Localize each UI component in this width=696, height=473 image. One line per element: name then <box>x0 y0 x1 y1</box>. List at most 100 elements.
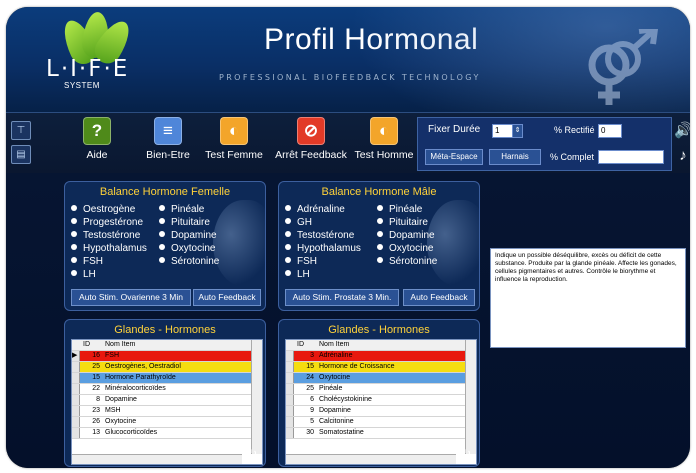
rectifie-label: % Rectifié <box>554 125 595 135</box>
auto-stim-ovarienne-button[interactable]: Auto Stim. Ovarienne 3 Min <box>71 289 191 306</box>
test-femme-button[interactable]: ◐ Test Femme <box>202 117 266 161</box>
horizontal-scrollbar[interactable] <box>72 454 242 464</box>
logo-text: L·I·F·E <box>46 56 130 82</box>
auto-stim-prostate-button[interactable]: Auto Stim. Prostate 3 Min. <box>285 289 399 306</box>
bien-etre-button[interactable]: ≡ Bien-Etre <box>140 117 196 161</box>
hormone-option[interactable]: FSH <box>285 256 317 267</box>
glandes-femelle-table[interactable]: ID Nom Item ▶ 16 FSH 25 Oestrogènes, Oestra… <box>71 339 263 465</box>
hormone-option[interactable]: Dopamine <box>159 230 217 241</box>
hormone-option[interactable]: Pituitaire <box>377 217 428 228</box>
table-row[interactable]: 8 Dopamine <box>72 395 252 406</box>
table-header: ID Nom Item <box>286 340 466 351</box>
logo-subtext: SYSTEM <box>64 81 100 90</box>
complet-label: % Complet <box>550 152 595 162</box>
test-homme-label: Test Homme <box>354 149 414 161</box>
hormone-description-box: Indique un possible déséquilibre, excès … <box>490 248 686 348</box>
app-window: L·I·F·E SYSTEM Profil Hormonal PROFESSIO… <box>6 7 690 468</box>
antenna-icon: ⊤ <box>16 125 26 136</box>
glandes-male-table[interactable]: ID Nom Item 3 Adrénaline 15 Hormone de Cro… <box>285 339 477 465</box>
table-row[interactable]: 15 Hormone de Croissance <box>286 362 466 373</box>
chat-icon: ▤ <box>16 149 26 160</box>
table-row[interactable]: 9 Dopamine <box>286 406 466 417</box>
test-homme-button[interactable]: ◐ Test Homme <box>351 117 417 161</box>
balance-femelle-title: Balance Hormone Femelle <box>99 186 231 198</box>
hormone-option[interactable]: Hypothalamus <box>71 243 147 254</box>
toolbar: ⊤ ▤ ? Aide ≡ Bien-Etre ◐ Test Femme ⊘ Ar… <box>6 112 690 173</box>
document-icon: ≡ <box>154 117 182 145</box>
table-row[interactable]: 25 Pinéale <box>286 384 466 395</box>
hormone-option[interactable]: LH <box>71 269 96 280</box>
meta-espace-button[interactable]: Méta-Espace <box>425 149 483 165</box>
hormone-option[interactable]: Progestérone <box>71 217 143 228</box>
refresh-icon[interactable]: ↻ <box>245 446 259 462</box>
music-icon[interactable]: ♪ <box>674 147 690 167</box>
hormone-option[interactable]: Pinéale <box>159 204 204 215</box>
hormone-option[interactable]: Sérotonine <box>159 256 219 267</box>
vertical-scrollbar[interactable] <box>465 340 476 454</box>
hormone-option[interactable]: Dopamine <box>377 230 435 241</box>
table-row[interactable]: 22 Minéralocorticoïdes <box>72 384 252 395</box>
table-row[interactable]: 6 Cholécystokinine <box>286 395 466 406</box>
hormone-option[interactable]: FSH <box>71 256 103 267</box>
table-row[interactable]: 26 Oxytocine <box>72 417 252 428</box>
auto-feedback-button-male[interactable]: Auto Feedback <box>403 289 475 306</box>
table-row[interactable]: 5 Calcitonine <box>286 417 466 428</box>
table-row[interactable]: 23 MSH <box>72 406 252 417</box>
table-row[interactable]: 25 Oestrogènes, Oestradiol <box>72 362 252 373</box>
table-row[interactable]: 13 Glucocorticoïdes <box>72 428 252 439</box>
table-row[interactable]: 3 Adrénaline <box>286 351 466 362</box>
horizontal-scrollbar[interactable] <box>286 454 456 464</box>
glandes-femelle-panel: Glandes - Hormones ID Nom Item ▶ 16 FSH 25… <box>64 319 266 467</box>
chat-button[interactable]: ▤ <box>11 145 31 164</box>
test-femme-label: Test Femme <box>205 149 263 161</box>
main-area: Balance Hormone Femelle Oestrogène Proge… <box>6 173 690 468</box>
fixer-duree-input[interactable]: 1 <box>492 124 514 138</box>
hormone-option[interactable]: Pinéale <box>377 204 422 215</box>
table-header: ID Nom Item <box>72 340 252 351</box>
hormone-option[interactable]: Pituitaire <box>159 217 210 228</box>
hormone-option[interactable]: Hypothalamus <box>285 243 361 254</box>
female-head-icon: ◐ <box>220 117 248 145</box>
page-title: Profil Hormonal <box>264 23 479 56</box>
hormone-option[interactable]: Sérotonine <box>377 256 437 267</box>
stop-icon: ⊘ <box>297 117 325 145</box>
help-icon: ? <box>83 117 111 145</box>
hormone-option[interactable]: Oxytocine <box>377 243 433 254</box>
aide-label: Aide <box>86 149 108 161</box>
glandes-male-panel: Glandes - Hormones ID Nom Item 3 Adrénali… <box>278 319 480 467</box>
antenna-button[interactable]: ⊤ <box>11 121 31 140</box>
row-pointer-icon: ▶ <box>72 351 80 361</box>
hormone-option[interactable]: Oestrogène <box>71 204 135 215</box>
bien-etre-label: Bien-Etre <box>146 149 190 161</box>
female-face-graphic <box>213 200 265 286</box>
tagline: PROFESSIONAL BIOFEEDBACK TECHNOLOGY <box>219 73 481 82</box>
aide-button[interactable]: ? Aide <box>74 117 120 161</box>
auto-feedback-button-femelle[interactable]: Auto Feedback <box>193 289 261 306</box>
hormone-option[interactable]: GH <box>285 217 312 228</box>
hormone-option[interactable]: Oxytocine <box>159 243 215 254</box>
hormone-option[interactable]: Adrénaline <box>285 204 345 215</box>
hormone-option[interactable]: Testostérone <box>285 230 354 241</box>
rectifie-field[interactable]: 0 <box>598 124 622 138</box>
balance-male-title: Balance Hormone Mâle <box>321 186 437 198</box>
duree-stepper[interactable]: ⇕ <box>512 124 523 138</box>
table-row[interactable]: 24 Oxytocine <box>286 373 466 384</box>
balance-femelle-panel: Balance Hormone Femelle Oestrogène Proge… <box>64 181 266 311</box>
vertical-scrollbar[interactable] <box>251 340 262 454</box>
balance-male-panel: Balance Hormone Mâle Adrénaline GH Testo… <box>278 181 480 311</box>
table-row[interactable]: ▶ 16 FSH <box>72 351 252 362</box>
male-face-graphic <box>427 200 479 286</box>
table-row[interactable]: 30 Somatostatine <box>286 428 466 439</box>
table-row[interactable]: 15 Hormone Parathyroïde <box>72 373 252 384</box>
header-banner: L·I·F·E SYSTEM Profil Hormonal PROFESSIO… <box>6 7 690 167</box>
arret-feedback-button[interactable]: ⊘ Arrêt Feedback <box>271 117 351 161</box>
refresh-icon[interactable]: ↻ <box>459 446 473 462</box>
control-panel: Fixer Durée 1 ⇕ % Rectifié 0 Méta-Espace… <box>417 117 672 171</box>
harnais-button[interactable]: Harnais <box>489 149 541 165</box>
hormone-option[interactable]: LH <box>285 269 310 280</box>
speaker-icon[interactable]: 🔊 <box>674 121 690 141</box>
hormone-option[interactable]: Testostérone <box>71 230 140 241</box>
glandes-femelle-title: Glandes - Hormones <box>114 324 216 336</box>
glandes-male-title: Glandes - Hormones <box>328 324 430 336</box>
complet-field[interactable] <box>598 150 664 164</box>
